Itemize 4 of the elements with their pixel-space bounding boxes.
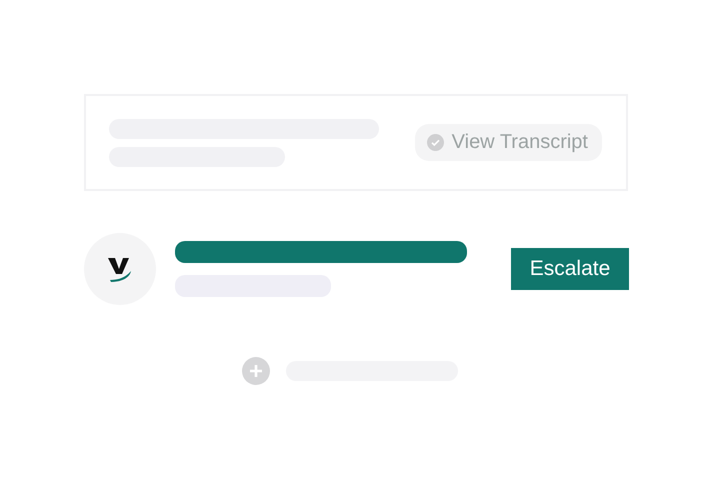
- check-circle-icon: [426, 134, 444, 151]
- escalate-button[interactable]: Escalate: [511, 248, 629, 290]
- logo-icon: [108, 256, 132, 282]
- add-icon[interactable]: [242, 357, 270, 385]
